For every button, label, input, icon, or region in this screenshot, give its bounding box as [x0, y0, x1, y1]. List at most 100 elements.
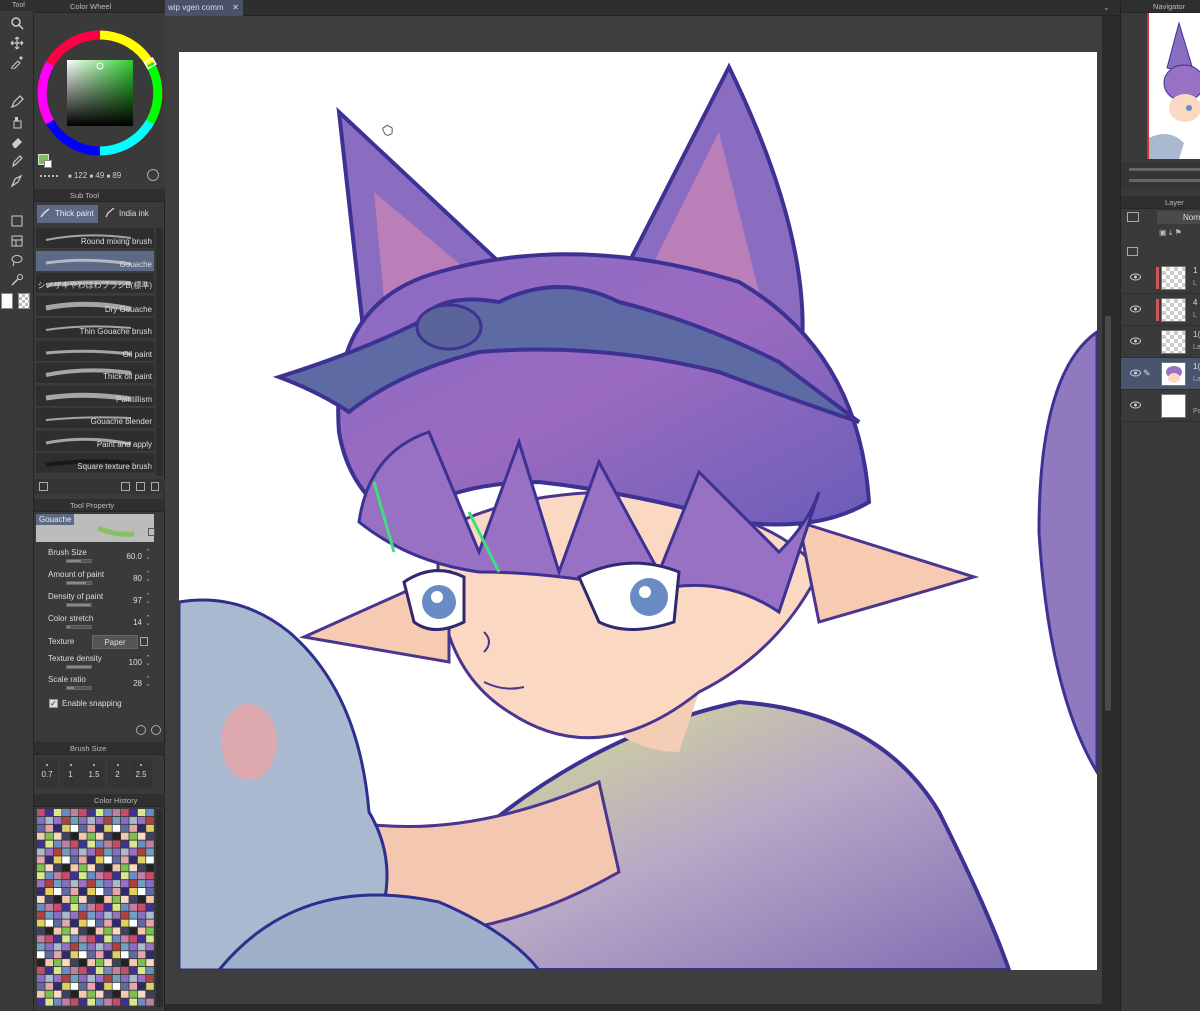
texture-clear-icon[interactable]: [140, 637, 148, 646]
reset-property-icon[interactable]: [136, 725, 146, 735]
color-wheel[interactable]: [37, 29, 165, 157]
rotate-slider[interactable]: [1129, 179, 1200, 182]
document-tab[interactable]: wip vgen comm ✕: [165, 0, 243, 16]
visibility-eye-icon[interactable]: [1130, 401, 1141, 409]
color-history-grid[interactable]: [37, 809, 155, 1007]
main-color-swatch[interactable]: [1, 293, 13, 309]
color-history-swatch: [146, 824, 154, 832]
property-slider[interactable]: [66, 625, 92, 629]
brush-size-preset[interactable]: 2.5: [130, 758, 152, 788]
subtool-settings-icon[interactable]: [39, 482, 48, 491]
brush-item[interactable]: Thick oil paint: [36, 363, 154, 384]
copy-subtool-icon[interactable]: [121, 482, 130, 491]
zoom-slider[interactable]: [1129, 168, 1200, 171]
lock-icon[interactable]: [148, 528, 155, 536]
property-slider-fill: [67, 560, 82, 562]
spinner-icon[interactable]: ⌃ ⌄: [145, 549, 151, 561]
lasso-tool-icon[interactable]: [8, 251, 26, 269]
close-tab-icon[interactable]: ✕: [232, 0, 239, 16]
property-value[interactable]: 60.0: [126, 552, 142, 561]
property-slider-fill: [67, 666, 91, 668]
property-slider[interactable]: [66, 686, 92, 690]
fill-pen-tool-icon[interactable]: [8, 152, 26, 170]
spinner-icon[interactable]: ⌃ ⌄: [145, 615, 151, 627]
color-history-swatch: [37, 864, 45, 872]
brush-item[interactable]: Thin Gouache brush: [36, 318, 154, 339]
visibility-eye-icon[interactable]: [1130, 305, 1141, 313]
auto-select-tool-icon[interactable]: [8, 271, 26, 289]
brush-item[interactable]: Gouache: [36, 250, 154, 272]
property-slider[interactable]: [66, 559, 92, 563]
color-history-swatch: [79, 911, 87, 919]
color-history-scrollbar[interactable]: [156, 809, 163, 1007]
snapping-checkbox[interactable]: ✓: [49, 699, 58, 708]
layer-row[interactable]: 1L: [1121, 262, 1200, 294]
property-value[interactable]: 28: [133, 679, 142, 688]
brush-size-preset[interactable]: 0.7: [36, 758, 58, 788]
brush-item[interactable]: Pointillism: [36, 385, 154, 407]
property-slider[interactable]: [66, 581, 92, 585]
brush-item[interactable]: Round mixing brush: [36, 228, 154, 249]
color-history-swatch: [62, 903, 70, 911]
tab-menu-chevron-icon[interactable]: ⌄: [1103, 3, 1110, 12]
sub-color-swatch[interactable]: [44, 160, 52, 168]
navigator-preview[interactable]: [1147, 13, 1200, 159]
color-settings-icon[interactable]: [147, 169, 159, 181]
clip-layer-icon[interactable]: ⤓: [1169, 228, 1173, 237]
trash-icon[interactable]: [151, 482, 159, 491]
transparent-color-swatch[interactable]: [18, 293, 30, 309]
spinner-icon[interactable]: ⌃ ⌄: [145, 571, 151, 583]
vertical-scroll-thumb[interactable]: [1105, 316, 1111, 711]
brush-size-preset[interactable]: 2: [106, 758, 129, 788]
brush-item[interactable]: Dry Gouache: [36, 295, 154, 317]
brush-size-preset[interactable]: 1: [59, 758, 82, 788]
color-history-swatch: [95, 998, 104, 1006]
layer-row[interactable]: ✎ 1(La: [1121, 358, 1200, 390]
eyedropper-tool-icon[interactable]: [8, 53, 26, 71]
eraser-tool-icon[interactable]: [8, 133, 26, 151]
vector-pen-tool-icon[interactable]: [8, 172, 26, 190]
blend-mode-select[interactable]: Normal: [1157, 211, 1200, 224]
color-history-swatch: [70, 935, 79, 943]
lock-layer-icon[interactable]: ▣: [1159, 228, 1167, 237]
brush-size-preset[interactable]: 1.5: [83, 758, 105, 788]
create-subtool-icon[interactable]: [136, 482, 145, 491]
canvas-horizontal-scrollbar[interactable]: [165, 1004, 1103, 1011]
panel-tool-icon[interactable]: [8, 232, 26, 250]
property-value[interactable]: 97: [133, 596, 142, 605]
brush-item[interactable]: Paint and apply: [36, 430, 154, 452]
property-slider[interactable]: [66, 603, 92, 607]
brush-item[interactable]: シノザキやわほわブラシB(標準): [36, 273, 154, 294]
drawing-canvas[interactable]: [179, 52, 1097, 970]
spinner-icon[interactable]: ⌃ ⌄: [145, 676, 151, 688]
texture-select[interactable]: Paper: [92, 635, 138, 649]
zoom-tool-icon[interactable]: [8, 14, 26, 32]
layer-mask-icon[interactable]: [1127, 247, 1138, 256]
spinner-icon[interactable]: ⌃ ⌄: [145, 655, 151, 667]
visibility-eye-icon[interactable]: [1130, 337, 1141, 345]
property-slider[interactable]: [66, 665, 92, 669]
property-value[interactable]: 80: [133, 574, 142, 583]
property-value[interactable]: 14: [133, 618, 142, 627]
airbrush-tool-icon[interactable]: [8, 113, 26, 131]
frame-tool-icon[interactable]: [8, 212, 26, 230]
layer-row[interactable]: 4L: [1121, 294, 1200, 326]
color-mode-icon[interactable]: [40, 173, 58, 177]
layer-property-icon[interactable]: [1127, 212, 1139, 222]
spinner-icon[interactable]: ⌃ ⌄: [145, 593, 151, 605]
layer-row[interactable]: Pa: [1121, 390, 1200, 422]
visibility-eye-icon[interactable]: [1130, 273, 1141, 281]
property-value[interactable]: 100: [129, 658, 142, 667]
move-tool-icon[interactable]: [8, 34, 26, 52]
brush-list-scrollbar[interactable]: [156, 228, 163, 476]
visibility-eye-icon[interactable]: [1130, 369, 1141, 377]
reference-layer-icon[interactable]: ⚑: [1175, 228, 1182, 237]
layer-row[interactable]: 1(La: [1121, 326, 1200, 358]
brush-item[interactable]: Gouache blender: [36, 408, 154, 429]
pen-tool-icon[interactable]: [8, 93, 26, 111]
property-search-icon[interactable]: [151, 725, 161, 735]
brush-item[interactable]: Square texture brush: [36, 453, 154, 474]
brush-item[interactable]: Oil paint: [36, 340, 154, 362]
size-label: 0.7: [41, 770, 53, 779]
canvas-vertical-scrollbar[interactable]: [1103, 16, 1113, 1006]
